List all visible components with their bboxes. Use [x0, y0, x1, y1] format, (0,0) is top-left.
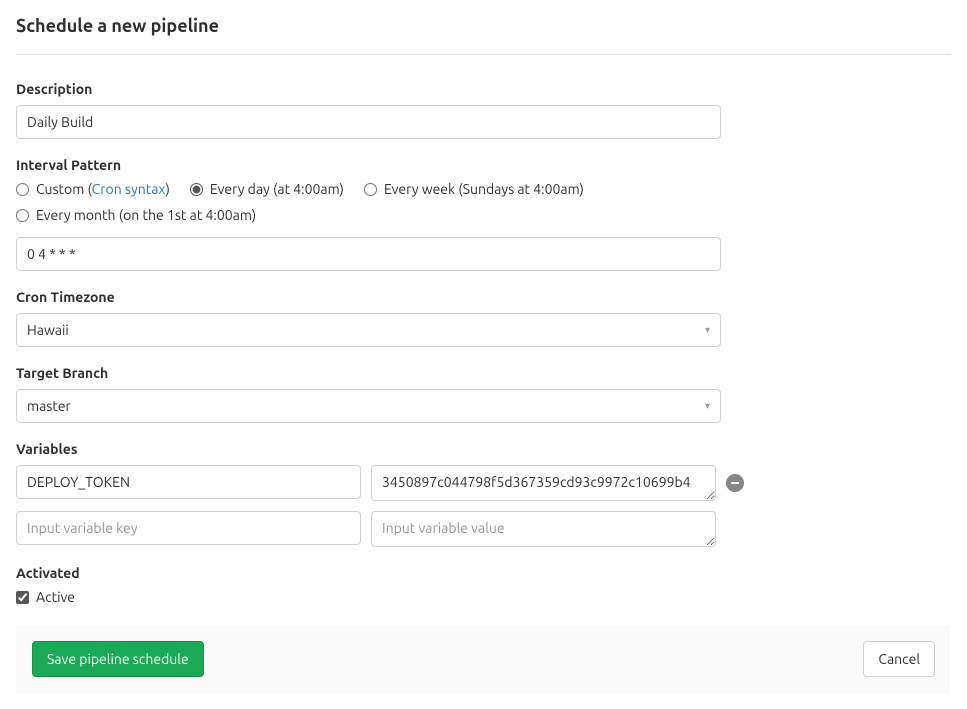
description-group: Description: [16, 81, 721, 139]
minus-icon: [730, 478, 740, 488]
timezone-select[interactable]: Hawaii ▾: [16, 313, 721, 347]
chevron-down-icon: ▾: [705, 325, 710, 335]
interval-weekly-radio[interactable]: [364, 183, 377, 196]
variable-key-input[interactable]: [16, 465, 361, 499]
interval-custom-label: Custom: [36, 181, 84, 197]
cron-expression-display: [16, 237, 721, 271]
chevron-down-icon: ▾: [705, 401, 710, 411]
interval-custom-radio[interactable]: [16, 183, 29, 196]
interval-weekly-label: Every week (Sundays at 4:00am): [384, 181, 584, 197]
interval-label: Interval Pattern: [16, 157, 721, 173]
branch-select[interactable]: master ▾: [16, 389, 721, 423]
active-checkbox[interactable]: [16, 591, 29, 604]
branch-group: Target Branch master ▾: [16, 365, 721, 423]
remove-variable-button[interactable]: [726, 474, 744, 492]
interval-weekly-option[interactable]: Every week (Sundays at 4:00am): [364, 181, 584, 197]
branch-label: Target Branch: [16, 365, 721, 381]
interval-monthly-radio[interactable]: [16, 209, 29, 222]
interval-monthly-option[interactable]: Every month (on the 1st at 4:00am): [16, 207, 256, 223]
interval-daily-option[interactable]: Every day (at 4:00am): [190, 181, 344, 197]
variable-key-input-empty[interactable]: [16, 511, 361, 545]
variable-row-empty: [16, 511, 766, 547]
footer: Save pipeline schedule Cancel: [16, 625, 951, 693]
variable-value-input-empty[interactable]: [371, 511, 716, 547]
interval-monthly-label: Every month (on the 1st at 4:00am): [36, 207, 256, 223]
variable-value-input[interactable]: 3450897c044798f5d367359cd93c9972c10699b4: [371, 465, 716, 501]
interval-radio-row-2: Every month (on the 1st at 4:00am): [16, 207, 721, 223]
activated-group: Activated Active: [16, 565, 951, 607]
variable-row: 3450897c044798f5d367359cd93c9972c10699b4: [16, 465, 766, 501]
interval-daily-radio[interactable]: [190, 183, 203, 196]
active-checkbox-wrap[interactable]: Active: [16, 589, 75, 605]
page-title: Schedule a new pipeline: [16, 16, 951, 36]
variables-group: Variables 3450897c044798f5d367359cd93c99…: [16, 441, 951, 547]
interval-group: Interval Pattern Custom (Cron syntax) Ev…: [16, 157, 721, 271]
description-input[interactable]: [16, 105, 721, 139]
interval-radio-row-1: Custom (Cron syntax) Every day (at 4:00a…: [16, 181, 721, 197]
timezone-label: Cron Timezone: [16, 289, 721, 305]
variables-label: Variables: [16, 441, 951, 457]
divider: [16, 54, 951, 55]
timezone-group: Cron Timezone Hawaii ▾: [16, 289, 721, 347]
active-label: Active: [36, 589, 75, 605]
save-button[interactable]: Save pipeline schedule: [32, 641, 204, 677]
interval-custom-option[interactable]: Custom (Cron syntax): [16, 181, 170, 197]
branch-value: master: [27, 398, 71, 414]
activated-label: Activated: [16, 565, 951, 581]
cancel-button[interactable]: Cancel: [863, 641, 935, 677]
timezone-value: Hawaii: [27, 322, 69, 338]
description-label: Description: [16, 81, 721, 97]
interval-daily-label: Every day (at 4:00am): [210, 181, 344, 197]
cron-syntax-link[interactable]: Cron syntax: [92, 181, 166, 197]
